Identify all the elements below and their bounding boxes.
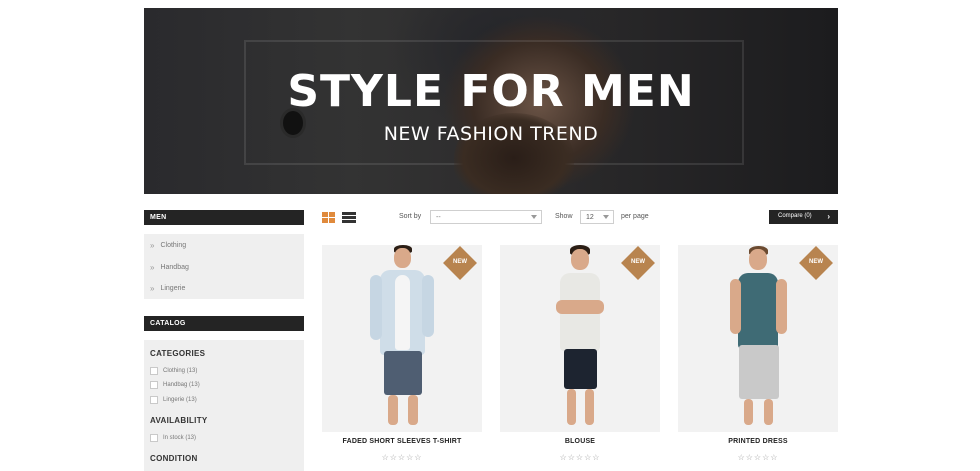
filter-checkbox-in-stock[interactable]: In stock (13) <box>150 434 196 442</box>
product-image[interactable]: NEW <box>500 245 660 432</box>
checkbox[interactable] <box>150 396 158 404</box>
list-view-icon[interactable] <box>342 212 356 223</box>
filter-label: In stock (13) <box>163 435 197 441</box>
hero-banner[interactable]: STYLE FOR MEN NEW FASHION TREND <box>144 8 838 194</box>
model-figure <box>718 245 798 432</box>
sidebar-item-label: Clothing <box>160 242 187 249</box>
men-category-list: » Clothing » Handbag » Lingerie <box>144 234 304 299</box>
per-page-value: 12 <box>586 214 594 221</box>
per-page-label: per page <box>621 213 649 220</box>
filter-checkbox-lingerie[interactable]: Lingerie (13) <box>150 396 197 404</box>
double-chevron-right-icon: » <box>150 241 155 250</box>
product-name[interactable]: PRINTED DRESS <box>678 438 838 445</box>
product-image[interactable]: NEW <box>322 245 482 432</box>
facet-title-categories: CATEGORIES <box>150 349 206 358</box>
product-image[interactable]: NEW <box>678 245 838 432</box>
checkbox[interactable] <box>150 434 158 442</box>
facet-title-availability: AVAILABILITY <box>150 416 208 425</box>
per-page-select[interactable]: 12 <box>580 210 614 224</box>
chevron-right-icon: › <box>827 212 830 221</box>
double-chevron-right-icon: » <box>150 263 155 272</box>
star-rating-icon: ☆☆☆☆☆ <box>559 453 601 462</box>
product-name[interactable]: BLOUSE <box>500 438 660 445</box>
checkbox[interactable] <box>150 367 158 375</box>
sort-by-value: -- <box>436 214 441 221</box>
filter-label: Lingerie (13) <box>163 397 197 403</box>
filter-checkbox-clothing[interactable]: Clothing (13) <box>150 367 197 375</box>
show-label: Show <box>555 213 573 220</box>
caret-down-icon <box>531 215 537 219</box>
new-badge-label: NEW <box>453 259 467 265</box>
product-card[interactable]: NEW PRINTED DRESS ☆☆☆☆☆ <box>678 245 838 462</box>
sidebar-item-label: Handbag <box>160 264 189 271</box>
sidebar-item-lingerie[interactable]: » Lingerie <box>150 284 185 293</box>
catalog-block-heading: CATALOG <box>144 316 304 331</box>
checkbox[interactable] <box>150 381 158 389</box>
new-badge-label: NEW <box>631 259 645 265</box>
banner-subtitle: NEW FASHION TREND <box>383 123 599 145</box>
new-badge-label: NEW <box>809 259 823 265</box>
compare-label: Compare (0) <box>778 213 812 219</box>
catalog-filters: CATEGORIES Clothing (13) Handbag (13) Li… <box>144 340 304 471</box>
sidebar-item-label: Lingerie <box>160 285 186 292</box>
facet-title-condition: CONDITION <box>150 454 198 463</box>
model-figure <box>540 245 620 432</box>
grid-view-icon[interactable] <box>322 212 335 223</box>
sort-by-select[interactable]: -- <box>430 210 542 224</box>
star-rating-icon: ☆☆☆☆☆ <box>737 453 779 462</box>
men-block-heading: MEN <box>144 210 304 225</box>
sort-by-label: Sort by <box>399 213 422 220</box>
sidebar-item-handbag[interactable]: » Handbag <box>150 263 189 272</box>
banner-title: STYLE FOR MEN <box>287 66 695 117</box>
product-card[interactable]: NEW FADED SHORT SLEEVES T-SHIRT ☆☆☆☆☆ <box>322 245 482 462</box>
filter-label: Handbag (13) <box>163 382 200 388</box>
product-name[interactable]: FADED SHORT SLEEVES T-SHIRT <box>322 438 482 445</box>
filter-checkbox-handbag[interactable]: Handbag (13) <box>150 381 200 389</box>
caret-down-icon <box>603 215 609 219</box>
compare-button[interactable]: Compare (0) › <box>769 210 838 224</box>
filter-label: Clothing (13) <box>163 368 198 374</box>
model-figure <box>362 245 442 432</box>
sidebar-item-clothing[interactable]: » Clothing <box>150 241 186 250</box>
star-rating-icon: ☆☆☆☆☆ <box>381 453 423 462</box>
product-card[interactable]: NEW BLOUSE ☆☆☆☆☆ <box>500 245 660 462</box>
double-chevron-right-icon: » <box>150 284 155 293</box>
